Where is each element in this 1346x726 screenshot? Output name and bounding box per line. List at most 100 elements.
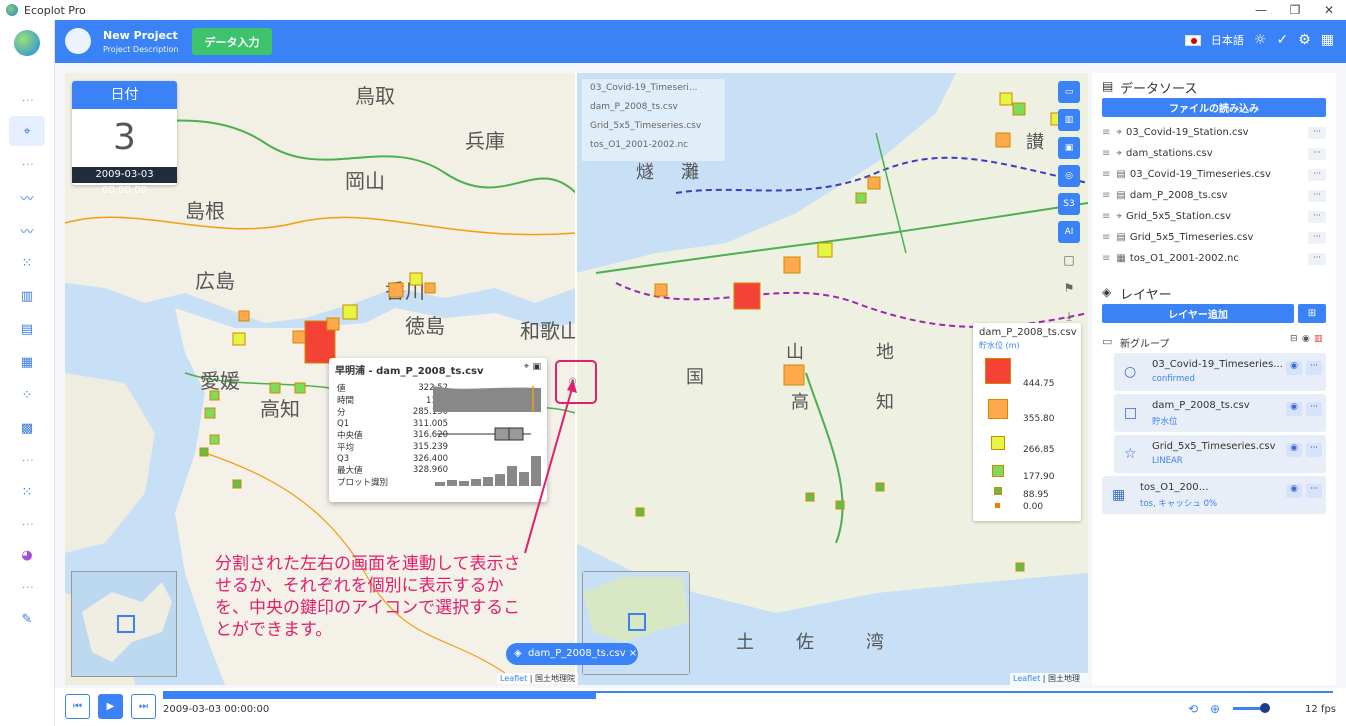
- visibility-eye-icon[interactable]: ◉: [1286, 484, 1302, 498]
- svg-text:徳島: 徳島: [405, 314, 445, 338]
- minimize-button[interactable]: —: [1244, 3, 1278, 17]
- column-chart-nav-icon[interactable]: ▤: [9, 314, 45, 344]
- data-input-button[interactable]: データ入力: [192, 28, 272, 55]
- fps-slider-knob[interactable]: [1260, 703, 1270, 713]
- more-button[interactable]: ···: [1308, 210, 1326, 223]
- left-overview-minimap[interactable]: [71, 571, 177, 677]
- drag-handle-icon[interactable]: ≡: [1102, 169, 1110, 180]
- loop-icon[interactable]: ⟲: [1188, 702, 1198, 716]
- bar-chart-nav-icon[interactable]: ▥: [9, 281, 45, 311]
- image-icon[interactable]: ▣: [532, 362, 541, 372]
- collapse-icon[interactable]: ⊟: [1290, 334, 1298, 344]
- legend-swatch: [994, 487, 1002, 495]
- more-button[interactable]: ···: [1306, 484, 1322, 498]
- overlay-layer-item[interactable]: 03_Covid-19_Timeseri...: [582, 79, 725, 98]
- speed-icon[interactable]: ⊕: [1210, 702, 1220, 716]
- database-icon: ▤: [1102, 79, 1114, 93]
- line-chart-nav-icon[interactable]: 〰: [9, 182, 45, 212]
- drag-handle-icon[interactable]: ≡: [1102, 232, 1110, 243]
- play-button[interactable]: ▶: [98, 694, 123, 719]
- add-folder-icon[interactable]: ⊞: [1298, 304, 1326, 323]
- close-button[interactable]: ✕: [1312, 3, 1346, 17]
- stack-chart-nav-icon[interactable]: ⁙: [9, 477, 45, 507]
- load-file-button[interactable]: ファイルの読み込み: [1102, 98, 1326, 117]
- data-source-item[interactable]: ≡ ⌖ dam_stations.csv ···: [1102, 143, 1326, 164]
- ai-button[interactable]: AI: [1058, 221, 1080, 243]
- map-area[interactable]: 鳥取 岡山 兵庫 島根 広島 徳島 香川 愛媛 高知 和歌山 日付 3 2009…: [65, 73, 1088, 685]
- data-source-item[interactable]: ≡ ▤ 03_Covid-19_Timeseries.csv ···: [1102, 164, 1326, 185]
- skip-back-button[interactable]: ⏮: [65, 694, 90, 719]
- flag-icon[interactable]: ⚑: [1058, 277, 1080, 299]
- svg-text:灘: 灘: [681, 162, 699, 183]
- visibility-eye-icon[interactable]: ◉: [1286, 361, 1302, 375]
- area-chart-nav-icon[interactable]: 〰: [9, 215, 45, 245]
- more-button[interactable]: ···: [1306, 443, 1322, 457]
- instagram-icon[interactable]: ◎: [1058, 165, 1080, 187]
- heatmap-nav-icon[interactable]: ▩: [9, 413, 45, 443]
- visibility-eye-icon[interactable]: ◉: [1286, 443, 1302, 457]
- plugin-nav-icon[interactable]: ◕: [9, 540, 45, 570]
- scatter-nav-icon[interactable]: ⁙: [9, 248, 45, 278]
- overlay-layer-item[interactable]: Grid_5x5_Timeseries.csv: [582, 117, 725, 136]
- more-button[interactable]: ···: [1308, 252, 1326, 265]
- date-card-day: 3: [113, 117, 136, 158]
- maximize-button[interactable]: ❐: [1278, 3, 1312, 17]
- chart-icon[interactable]: ▥: [1058, 109, 1080, 131]
- drag-handle-icon[interactable]: ≡: [1102, 211, 1110, 222]
- overlay-layer-item[interactable]: dam_P_2008_ts.csv: [582, 98, 725, 117]
- download-icon[interactable]: ⤓: [1058, 305, 1080, 327]
- source-type-icon: ▤: [1116, 190, 1126, 201]
- histogram-nav-icon[interactable]: ▦: [9, 347, 45, 377]
- overlay-layer-item[interactable]: tos_O1_2001-2002.nc: [582, 136, 725, 155]
- data-source-item[interactable]: ≡ ▤ dam_P_2008_ts.csv ···: [1102, 185, 1326, 206]
- drag-handle-icon[interactable]: ≡: [1102, 127, 1110, 138]
- theme-toggle-icon[interactable]: ☼: [1254, 32, 1267, 48]
- group-name[interactable]: 新グループ: [1120, 335, 1169, 350]
- layer-card[interactable]: ▦ tos_O1_200… tos, キャッシュ 0% ◉ ···: [1102, 476, 1326, 514]
- data-source-item[interactable]: ≡ ▤ Grid_5x5_Timeseries.csv ···: [1102, 227, 1326, 248]
- pin-icon[interactable]: ⌖: [524, 362, 529, 372]
- timeline-progress[interactable]: [163, 693, 596, 699]
- map-nav-icon[interactable]: ⌖: [9, 116, 45, 146]
- more-button[interactable]: ···: [1308, 189, 1326, 202]
- more-button[interactable]: ···: [1308, 126, 1326, 139]
- square-icon[interactable]: □: [1058, 249, 1080, 271]
- eye-icon[interactable]: ◉: [1302, 334, 1310, 344]
- grid-apps-icon[interactable]: ▦: [1321, 32, 1334, 48]
- trash-icon[interactable]: ▥: [1314, 334, 1323, 344]
- more-button[interactable]: ···: [1308, 147, 1326, 160]
- legend-unit: 貯水位 (m): [979, 341, 1020, 350]
- drag-handle-icon[interactable]: ≡: [1102, 253, 1110, 264]
- visibility-eye-icon[interactable]: ◉: [1286, 402, 1302, 416]
- drag-handle-icon[interactable]: ≡: [1102, 148, 1110, 159]
- map-layer-overlay-list[interactable]: 03_Covid-19_Timeseri... dam_P_2008_ts.cs…: [582, 79, 725, 161]
- image-export-icon[interactable]: ▣: [1058, 137, 1080, 159]
- skip-forward-button[interactable]: ⏭: [131, 694, 156, 719]
- source-type-icon: ⌖: [1116, 127, 1123, 138]
- layer-card[interactable]: ☆ Grid_5x5_Timeseries.csv LINEAR ◉ ···: [1114, 435, 1326, 473]
- add-layer-button[interactable]: レイヤー追加: [1102, 304, 1294, 323]
- check-icon[interactable]: ✓: [1276, 32, 1288, 48]
- more-button[interactable]: ···: [1306, 402, 1322, 416]
- data-source-item[interactable]: ≡ ⌖ Grid_5x5_Station.csv ···: [1102, 206, 1326, 227]
- active-layer-chip[interactable]: ◈ dam_P_2008_ts.csv ×: [506, 643, 638, 665]
- drag-handle-icon[interactable]: ≡: [1102, 190, 1110, 201]
- legend-value: 88.95: [1023, 490, 1049, 500]
- svg-text:讃: 讃: [1026, 132, 1044, 153]
- more-button[interactable]: ···: [1308, 231, 1326, 244]
- language-select[interactable]: 日本語: [1211, 32, 1244, 48]
- more-button[interactable]: ···: [1308, 168, 1326, 181]
- data-source-item[interactable]: ≡ ▦ tos_O1_2001-2002.nc ···: [1102, 248, 1326, 269]
- project-name[interactable]: New Project: [103, 29, 178, 42]
- layer-name: dam_P_2008_ts.csv: [1152, 400, 1250, 411]
- window-titlebar: Ecoplot Pro — ❐ ✕: [0, 0, 1346, 20]
- more-button[interactable]: ···: [1306, 361, 1322, 375]
- settings-gear-icon[interactable]: ⚙: [1298, 32, 1311, 48]
- s3-button[interactable]: S3: [1058, 193, 1080, 215]
- layer-card[interactable]: □ dam_P_2008_ts.csv 貯水位 ◉ ···: [1114, 394, 1326, 432]
- tools-nav-icon[interactable]: ✎: [9, 604, 45, 634]
- screen-icon[interactable]: ▭: [1058, 81, 1080, 103]
- data-source-item[interactable]: ≡ ⌖ 03_Covid-19_Station.csv ···: [1102, 122, 1326, 143]
- layer-card[interactable]: ○ 03_Covid-19_Timeseries... confirmed ◉ …: [1114, 353, 1326, 391]
- dots-matrix-nav-icon[interactable]: ⁘: [9, 380, 45, 410]
